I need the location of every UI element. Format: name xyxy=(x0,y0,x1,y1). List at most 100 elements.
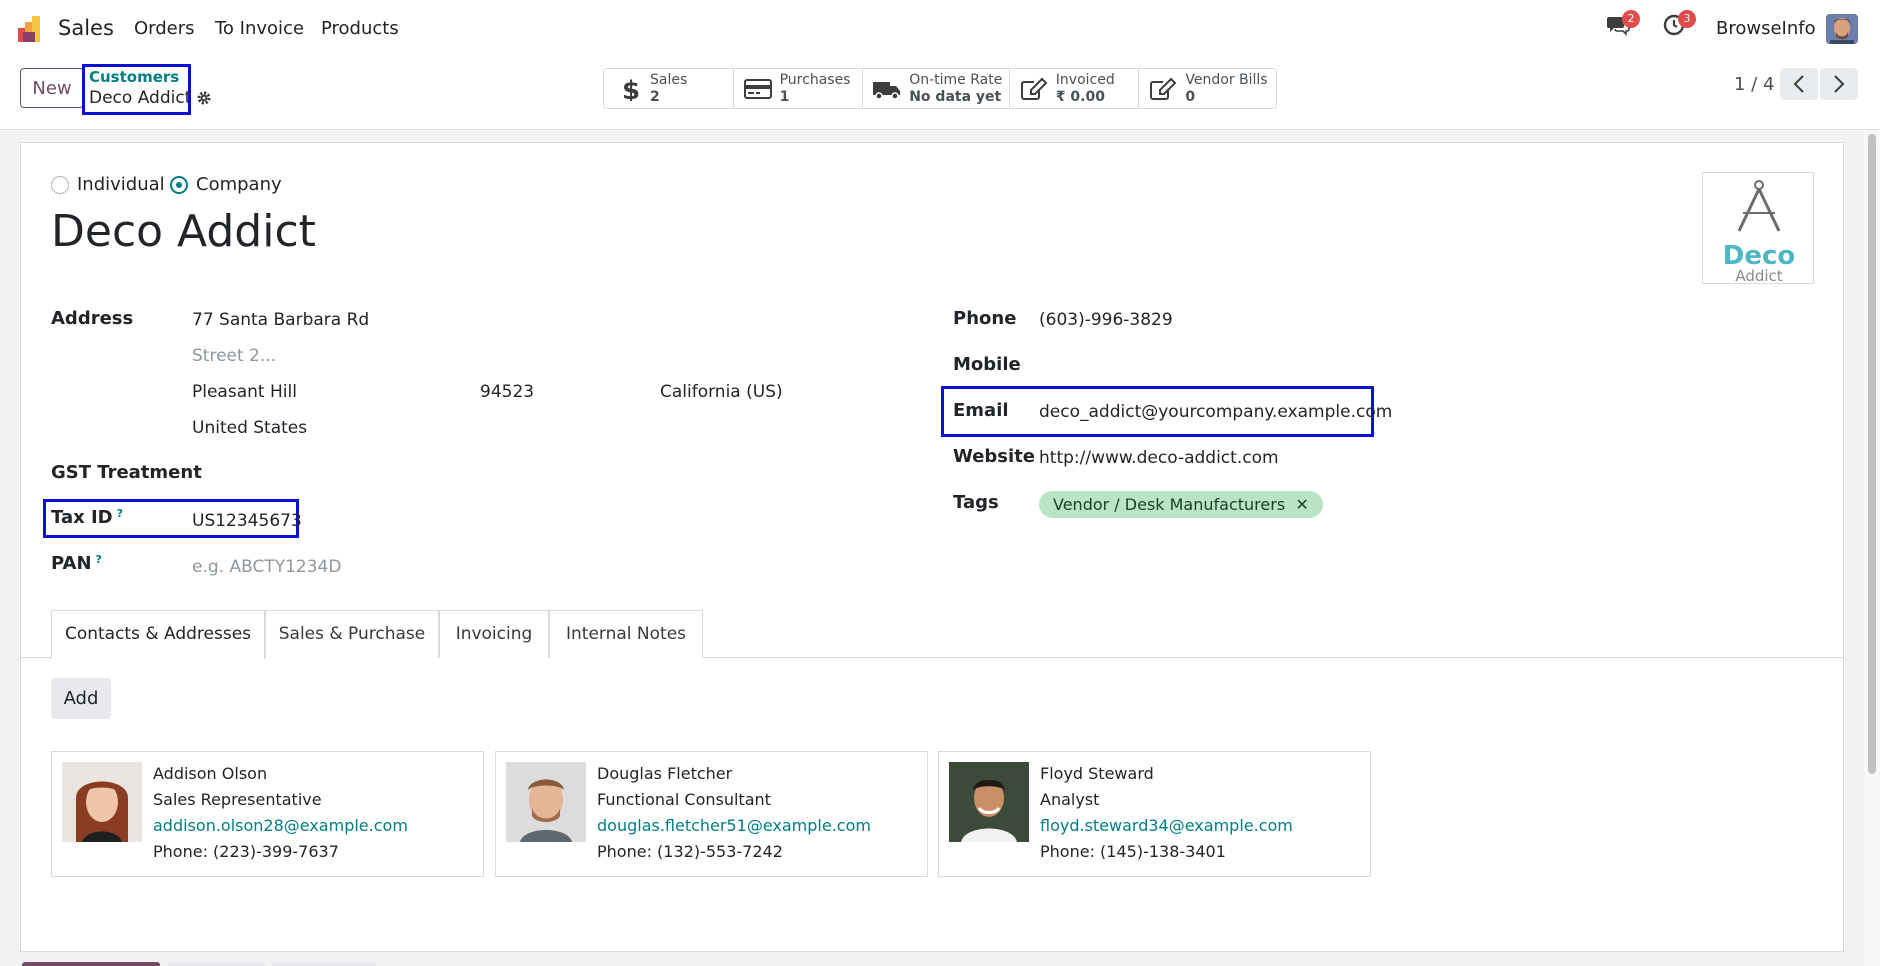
pager-value[interactable]: 1 / 4 xyxy=(1734,74,1774,95)
pan-label: PAN? xyxy=(51,553,102,574)
company-switcher[interactable]: BrowseInfo xyxy=(1716,18,1816,39)
chevron-left-icon xyxy=(1793,75,1804,93)
tab-internal-notes[interactable]: Internal Notes xyxy=(549,610,703,658)
truck-icon xyxy=(873,81,901,100)
breadcrumb-customers[interactable]: Customers xyxy=(89,68,179,86)
contact-name: Addison Olson xyxy=(153,764,268,783)
phone-label: Phone xyxy=(953,308,1017,329)
email-field[interactable]: deco_addict@yourcompany.example.com xyxy=(1039,402,1392,422)
smart-buttons: $ Sales 2 Purchases 1 On-time Rate No data … xyxy=(603,68,1277,109)
radio-individual[interactable] xyxy=(51,176,69,194)
tax-id-field[interactable]: US12345673 xyxy=(192,511,302,531)
activities-button[interactable]: 3 xyxy=(1662,10,1696,36)
website-label: Website xyxy=(953,446,1036,467)
contact-card[interactable]: Douglas Fletcher Functional Consultant d… xyxy=(495,751,928,877)
chevron-right-icon xyxy=(1834,75,1845,93)
contact-role: Analyst xyxy=(1040,790,1100,809)
menu-to-invoice[interactable]: To Invoice xyxy=(215,18,304,39)
partner-name[interactable]: Deco Addict xyxy=(51,206,316,257)
radio-company-label[interactable]: Company xyxy=(196,174,282,195)
pencil-square-icon xyxy=(1020,77,1048,100)
smart-button-invoiced[interactable]: Invoiced ₹ 0.00 xyxy=(1010,69,1140,108)
smart-button-on-time-rate[interactable]: On-time Rate No data yet xyxy=(863,69,1010,108)
dollar-icon: $ xyxy=(622,77,640,101)
radio-individual-label[interactable]: Individual xyxy=(77,174,165,195)
contact-email[interactable]: floyd.steward34@example.com xyxy=(1040,816,1293,835)
contact-photo xyxy=(62,762,142,842)
new-button[interactable]: New xyxy=(20,68,84,108)
mobile-label: Mobile xyxy=(953,354,1021,375)
smart-button-label: Vendor Bills xyxy=(1185,71,1268,88)
messages-button[interactable]: 2 xyxy=(1606,10,1640,36)
contact-card[interactable]: Floyd Steward Analyst floyd.steward34@ex… xyxy=(938,751,1371,877)
help-icon[interactable]: ? xyxy=(117,507,123,520)
contact-name: Floyd Steward xyxy=(1040,764,1154,783)
control-panel: New Customers Deco Addict $ Sales 2 Purch… xyxy=(0,58,1880,130)
help-icon[interactable]: ? xyxy=(96,553,102,566)
contact-email[interactable]: addison.olson28@example.com xyxy=(153,816,408,835)
bottom-button-stub xyxy=(22,962,160,966)
radio-company[interactable] xyxy=(170,176,188,194)
state-field[interactable]: California (US) xyxy=(660,382,783,402)
tab-invoicing[interactable]: Invoicing xyxy=(439,610,549,658)
email-label: Email xyxy=(953,400,1009,421)
contact-photo xyxy=(949,762,1029,842)
activities-badge: 3 xyxy=(1678,10,1696,28)
gst-treatment-label: GST Treatment xyxy=(51,462,202,483)
country-field[interactable]: United States xyxy=(192,418,307,438)
contact-phone: Phone: (145)-138-3401 xyxy=(1040,842,1226,861)
tag-remove-icon[interactable]: ✕ xyxy=(1295,495,1308,514)
svg-text:$: $ xyxy=(622,77,640,101)
smart-button-value: No data yet xyxy=(909,88,1002,105)
contact-phone: Phone: (132)-553-7242 xyxy=(597,842,783,861)
website-field[interactable]: http://www.deco-addict.com xyxy=(1039,448,1279,468)
contact-role: Functional Consultant xyxy=(597,790,771,809)
address-label: Address xyxy=(51,308,134,329)
app-name[interactable]: Sales xyxy=(58,16,114,40)
smart-button-purchases[interactable]: Purchases 1 xyxy=(734,69,864,108)
zip-field[interactable]: 94523 xyxy=(480,382,534,402)
contact-name: Douglas Fletcher xyxy=(597,764,733,783)
pager-previous-button[interactable] xyxy=(1780,68,1818,100)
tab-contacts-addresses[interactable]: Contacts & Addresses xyxy=(51,610,265,659)
add-contact-button[interactable]: Add xyxy=(51,678,111,719)
logo-sub-text: Addict xyxy=(1735,267,1783,285)
smart-button-label: Purchases xyxy=(779,71,851,88)
user-avatar[interactable] xyxy=(1826,14,1858,44)
sales-app-icon[interactable] xyxy=(18,16,46,42)
top-navbar: Sales Orders To Invoice Products 2 3 Bro… xyxy=(0,0,1880,58)
smart-button-value: 2 xyxy=(650,88,660,105)
scrollbar-thumb[interactable] xyxy=(1868,134,1876,774)
tag-label: Vendor / Desk Manufacturers xyxy=(1053,495,1286,514)
contact-email[interactable]: douglas.fletcher51@example.com xyxy=(597,816,871,835)
street2-field[interactable]: Street 2... xyxy=(192,346,276,366)
smart-button-label: Invoiced xyxy=(1055,71,1115,88)
credit-card-icon xyxy=(743,78,772,99)
messages-badge: 2 xyxy=(1622,10,1640,28)
partner-logo[interactable]: Deco Addict xyxy=(1702,172,1814,285)
bottom-button-stub xyxy=(272,962,376,966)
bottom-button-stub xyxy=(168,962,266,966)
city-field[interactable]: Pleasant Hill xyxy=(192,382,297,402)
pager-next-button[interactable] xyxy=(1820,68,1858,100)
smart-button-sales[interactable]: $ Sales 2 xyxy=(604,69,734,108)
street-field[interactable]: 77 Santa Barbara Rd xyxy=(192,310,369,330)
pencil-square-icon xyxy=(1150,77,1177,100)
contact-role: Sales Representative xyxy=(153,790,322,809)
smart-button-vendor-bills[interactable]: Vendor Bills 0 xyxy=(1139,69,1276,108)
gear-icon[interactable] xyxy=(196,90,212,106)
menu-products[interactable]: Products xyxy=(321,18,399,39)
contact-card[interactable]: Addison Olson Sales Representative addis… xyxy=(51,751,484,877)
menu-orders[interactable]: Orders xyxy=(134,18,195,39)
contact-photo xyxy=(506,762,586,842)
tag-badge[interactable]: Vendor / Desk Manufacturers ✕ xyxy=(1039,491,1323,518)
smart-button-value: 0 xyxy=(1185,88,1196,105)
pan-field[interactable]: e.g. ABCTY1234D xyxy=(192,557,341,577)
smart-button-label: Sales xyxy=(650,71,688,88)
tags-label: Tags xyxy=(953,492,999,513)
smart-button-value: 1 xyxy=(779,88,790,105)
smart-button-value: ₹ 0.00 xyxy=(1055,88,1105,105)
tax-id-label: Tax ID? xyxy=(51,507,124,528)
tab-sales-purchase[interactable]: Sales & Purchase xyxy=(265,610,439,658)
phone-field[interactable]: (603)-996-3829 xyxy=(1039,310,1173,330)
